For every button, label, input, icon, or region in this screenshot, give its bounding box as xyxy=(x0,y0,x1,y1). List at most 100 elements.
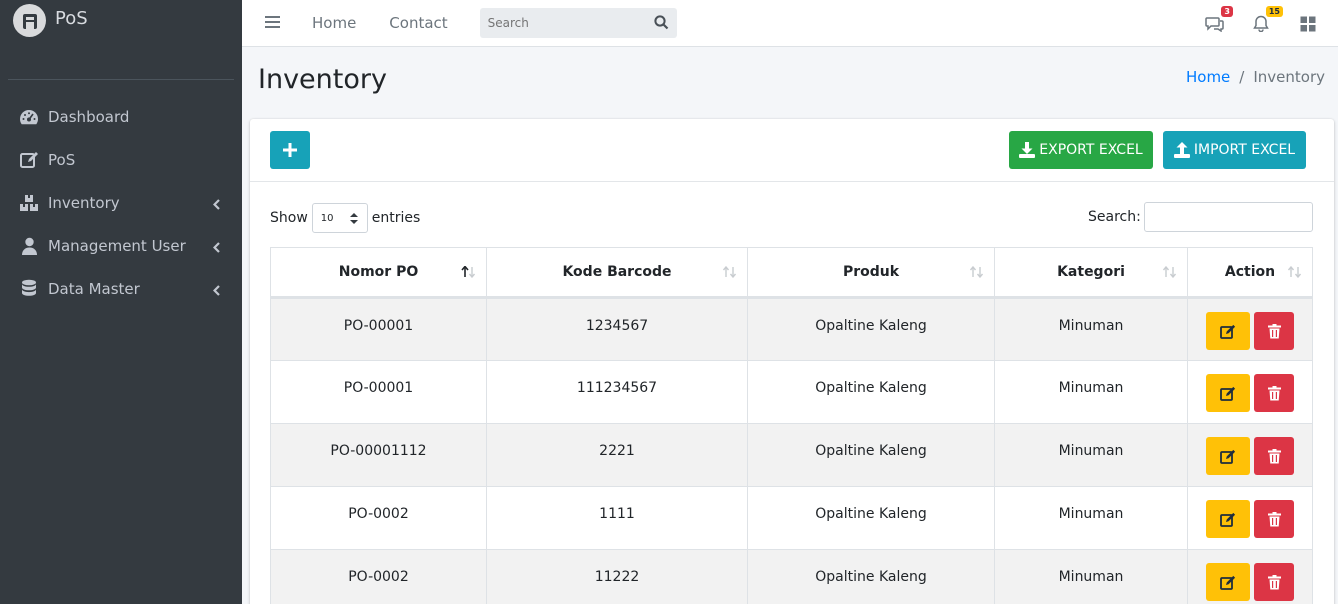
sort-both-icon xyxy=(969,265,985,282)
download-icon xyxy=(1019,142,1036,158)
cell-produk: Opaltine Kaleng xyxy=(747,423,995,487)
cell-action xyxy=(1187,486,1313,550)
chevron-left-icon xyxy=(212,239,220,257)
sidebar-item-pos[interactable]: PoS xyxy=(0,138,242,181)
trash-icon xyxy=(1267,323,1281,338)
trash-icon xyxy=(1267,448,1281,463)
trash-icon xyxy=(1267,511,1281,526)
edit-button[interactable] xyxy=(1206,437,1250,475)
column-header-kode-barcode[interactable]: Kode Barcode xyxy=(486,247,748,299)
messages-icon[interactable]: 3 xyxy=(1204,5,1233,34)
column-header-produk[interactable]: Produk xyxy=(747,247,995,299)
navbar-search-input[interactable] xyxy=(487,16,638,30)
hamburger-menu-icon[interactable] xyxy=(265,14,281,33)
sidebar-item-inventory[interactable]: Inventory xyxy=(0,181,242,224)
page-length-select[interactable]: 10 xyxy=(311,203,368,233)
column-header-label: Action xyxy=(1224,264,1276,280)
cell-produk: Opaltine Kaleng xyxy=(747,297,995,361)
cell-kategori: Minuman xyxy=(994,486,1188,550)
cell-produk: Opaltine Kaleng xyxy=(747,549,995,604)
plus-icon xyxy=(283,143,297,157)
import-excel-button[interactable]: IMPORT EXCEL xyxy=(1163,131,1306,169)
search-icon[interactable] xyxy=(654,15,669,34)
edit-icon xyxy=(1219,512,1235,527)
cell-produk: Opaltine Kaleng xyxy=(747,360,995,424)
edit-button[interactable] xyxy=(1206,312,1250,350)
sidebar-item-label: Inventory xyxy=(48,193,120,212)
nav-link-contact[interactable]: Contact xyxy=(389,14,447,32)
cell-kategori: Minuman xyxy=(994,549,1188,604)
edit-button[interactable] xyxy=(1206,374,1250,412)
cell-action xyxy=(1187,360,1313,424)
cell-kategori: Minuman xyxy=(994,423,1188,487)
cell-produk: Opaltine Kaleng xyxy=(747,486,995,550)
table-search-input[interactable] xyxy=(1144,202,1313,232)
export-excel-button[interactable]: EXPORT EXCEL xyxy=(1009,131,1153,169)
messages-badge: 3 xyxy=(1221,5,1233,17)
trash-icon xyxy=(1267,385,1281,400)
edit-icon xyxy=(1219,449,1235,464)
navbar-search xyxy=(479,8,677,38)
breadcrumb-separator: / xyxy=(1239,68,1245,86)
user-icon xyxy=(18,235,40,257)
cell-nomor-po: PO-0002 xyxy=(270,486,487,550)
sort-asc-icon xyxy=(461,265,477,282)
delete-button[interactable] xyxy=(1254,563,1294,601)
table-header-row: Nomor PO Kode Barcode Produk Kategori Ac… xyxy=(270,247,1313,299)
edit-button[interactable] xyxy=(1206,563,1250,601)
grid-apps-icon[interactable] xyxy=(1298,14,1318,34)
cell-nomor-po: PO-00001 xyxy=(270,360,487,424)
table-row: PO-00001 111234567 Opaltine Kaleng Minum… xyxy=(270,360,1313,424)
sidebar-item-label: Management User xyxy=(48,236,186,255)
edit-icon xyxy=(18,149,40,171)
inventory-table: Nomor PO Kode Barcode Produk Kategori Ac… xyxy=(270,247,1313,604)
notifications-badge: 15 xyxy=(1265,5,1283,17)
nav-link-home[interactable]: Home xyxy=(312,14,356,32)
column-header-label: Kategori xyxy=(1057,264,1125,280)
cell-action xyxy=(1187,549,1313,604)
breadcrumb: Home / Inventory xyxy=(1186,68,1325,86)
column-header-nomor-po[interactable]: Nomor PO xyxy=(270,247,487,299)
delete-button[interactable] xyxy=(1254,374,1294,412)
sidebar-item-management-user[interactable]: Management User xyxy=(0,224,242,267)
column-header-label: Kode Barcode xyxy=(562,264,672,280)
sort-both-icon xyxy=(1287,265,1303,282)
add-inventory-button[interactable] xyxy=(270,131,310,169)
cell-nomor-po: PO-00001 xyxy=(270,297,487,361)
select-updown-icon xyxy=(349,213,358,227)
column-header-label: Produk xyxy=(842,264,900,280)
delete-button[interactable] xyxy=(1254,500,1294,538)
sidebar-item-dashboard[interactable]: Dashboard xyxy=(0,95,242,138)
bell-icon[interactable]: 15 xyxy=(1251,5,1283,34)
breadcrumb-home-link[interactable]: Home xyxy=(1186,68,1230,86)
column-header-action[interactable]: Action xyxy=(1187,247,1313,299)
edit-icon xyxy=(1219,386,1235,401)
trash-icon xyxy=(1267,574,1281,589)
sidebar-item-data-master[interactable]: Data Master xyxy=(0,267,242,310)
cell-nomor-po: PO-00001112 xyxy=(270,423,487,487)
cell-kategori: Minuman xyxy=(994,360,1188,424)
sidebar: PoS Dashboard PoS Inventory Management U… xyxy=(0,0,242,604)
sort-both-icon xyxy=(722,265,738,282)
cell-kode-barcode: 111234567 xyxy=(486,360,748,424)
column-header-label: Nomor PO xyxy=(338,264,419,280)
edit-icon xyxy=(1219,324,1235,339)
table-length-control: Show 10 entries xyxy=(270,203,420,233)
card-header: EXPORT EXCEL IMPORT EXCEL xyxy=(250,119,1334,182)
brand-link[interactable]: PoS xyxy=(0,0,242,80)
table-row: PO-00001112 2221 Opaltine Kaleng Minuman xyxy=(270,423,1313,487)
table-search-label: Search: xyxy=(1088,209,1141,225)
breadcrumb-current: Inventory xyxy=(1253,68,1325,86)
edit-button[interactable] xyxy=(1206,500,1250,538)
delete-button[interactable] xyxy=(1254,312,1294,350)
inventory-card: EXPORT EXCEL IMPORT EXCEL Show 10 entrie… xyxy=(250,119,1334,604)
chevron-left-icon xyxy=(212,282,220,300)
cell-kode-barcode: 1111 xyxy=(486,486,748,550)
cell-action xyxy=(1187,423,1313,487)
column-header-kategori[interactable]: Kategori xyxy=(994,247,1188,299)
show-label: Show xyxy=(270,210,308,226)
table-row: PO-0002 1111 Opaltine Kaleng Minuman xyxy=(270,486,1313,550)
delete-button[interactable] xyxy=(1254,437,1294,475)
cell-nomor-po: PO-0002 xyxy=(270,549,487,604)
table-row: PO-0002 11222 Opaltine Kaleng Minuman xyxy=(270,549,1313,604)
